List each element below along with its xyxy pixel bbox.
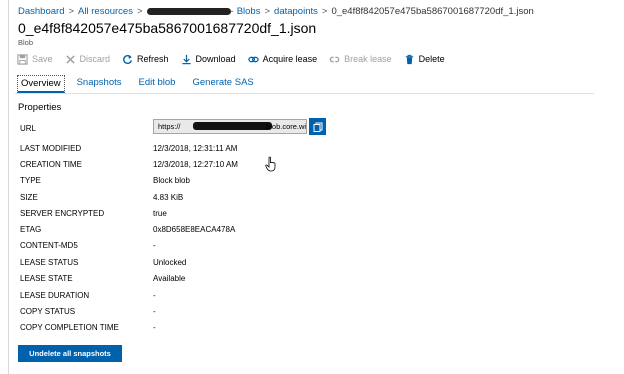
tab-edit-blob[interactable]: Edit blob [137, 75, 178, 93]
break-lease-label: Break lease [344, 54, 392, 64]
property-value: Block blob [153, 176, 190, 185]
property-key: COPY STATUS [20, 307, 76, 316]
tab-snapshots[interactable]: Snapshots [75, 75, 124, 93]
tab-generate-sas[interactable]: Generate SAS [190, 75, 255, 93]
property-key: CONTENT-MD5 [20, 241, 78, 250]
property-key: LEASE STATE [20, 274, 73, 283]
property-value: - [153, 323, 156, 332]
breadcrumb-current: 0_e4f8f842057e475ba5867001687720df_1.jso… [331, 5, 534, 17]
download-label: Download [195, 54, 236, 64]
breadcrumb-separator: > [68, 5, 75, 17]
command-bar: Save Discard Refresh Download Acquire le… [17, 50, 457, 68]
breadcrumb-dashboard[interactable]: Dashboard [18, 6, 64, 17]
property-key: SIZE [20, 193, 38, 202]
page-title: 0_e4f8f842057e475ba5867001687720df_1.jso… [18, 20, 317, 36]
save-label: Save [32, 54, 53, 64]
property-key: ETAG [20, 225, 42, 234]
property-key: SERVER ENCRYPTED [20, 209, 105, 218]
property-key: URL [20, 124, 37, 133]
breadcrumb-redacted-suffix: - [230, 5, 234, 17]
hand-cursor-icon [265, 156, 276, 172]
property-value: Available [153, 274, 186, 283]
breadcrumb-separator: > [264, 5, 271, 17]
save-icon [17, 53, 28, 65]
delete-label: Delete [418, 54, 445, 64]
trash-icon [404, 54, 415, 65]
broken-link-icon [329, 54, 340, 65]
discard-button[interactable]: Discard [65, 54, 111, 65]
properties-heading: Properties [18, 102, 62, 113]
property-value: 12/3/2018, 12:31:11 AM [153, 144, 238, 153]
undelete-all-snapshots-button[interactable]: Undelete all snapshots [18, 345, 122, 362]
tabs-divider [15, 93, 594, 94]
redacted-storage-account [146, 7, 231, 15]
breadcrumb-separator: > [321, 5, 328, 17]
property-value: - [153, 291, 156, 300]
tab-strip: Overview Snapshots Edit blob Generate SA… [17, 75, 269, 93]
refresh-label: Refresh [137, 54, 169, 64]
refresh-button[interactable]: Refresh [122, 54, 169, 65]
property-key: TYPE [20, 176, 41, 185]
breadcrumb-all-resources[interactable]: All resources [78, 6, 133, 17]
property-key: COPY COMPLETION TIME [20, 323, 119, 332]
acquire-lease-label: Acquire lease [262, 54, 318, 64]
property-value: true [153, 209, 167, 218]
url-suffix: .blob.core.wi... [264, 122, 307, 131]
property-value: - [153, 241, 156, 250]
breadcrumb: Dashboard > All resources > - Blobs > da… [18, 4, 534, 18]
tab-overview[interactable]: Overview [17, 75, 65, 93]
url-prefix: https:// [158, 122, 181, 131]
property-value: 4.83 KiB [153, 193, 184, 202]
refresh-icon [122, 54, 133, 65]
break-lease-button[interactable]: Break lease [329, 54, 392, 65]
breadcrumb-separator: > [136, 5, 143, 17]
page-subtitle: Blob [18, 38, 34, 47]
redacted-account-name [193, 122, 272, 130]
close-icon [65, 54, 76, 65]
property-key: CREATION TIME [20, 160, 82, 169]
property-value: 12/3/2018, 12:27:10 AM [153, 160, 238, 169]
copy-to-clipboard-button[interactable] [309, 118, 326, 135]
property-key: LEASE DURATION [20, 291, 90, 300]
download-button[interactable]: Download [181, 54, 236, 65]
property-value: 0x8D658E8EACA478A [153, 225, 236, 234]
link-icon [247, 54, 259, 65]
save-button[interactable]: Save [17, 53, 53, 65]
download-icon [181, 54, 192, 65]
copy-icon [313, 122, 322, 132]
property-key: LAST MODIFIED [20, 144, 82, 153]
breadcrumb-datapoints[interactable]: datapoints [274, 6, 318, 17]
property-value: Unlocked [153, 258, 187, 267]
acquire-lease-button[interactable]: Acquire lease [247, 54, 318, 65]
property-key: LEASE STATUS [20, 258, 79, 267]
url-field[interactable]: https:// .blob.core.wi... [153, 119, 307, 134]
property-value: - [153, 307, 156, 316]
discard-label: Discard [79, 54, 111, 64]
delete-button[interactable]: Delete [404, 54, 445, 65]
breadcrumb-blobs[interactable]: Blobs [237, 6, 261, 17]
